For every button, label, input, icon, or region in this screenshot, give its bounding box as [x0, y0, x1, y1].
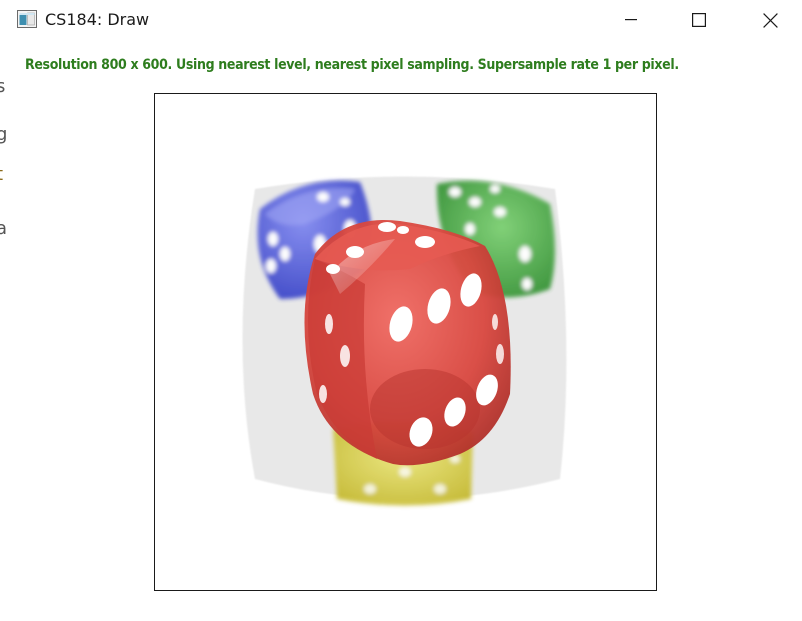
bottom-edge-artifact — [0, 612, 802, 621]
edge-artifact: | — [0, 310, 2, 331]
maximize-icon — [692, 13, 706, 27]
draw-canvas[interactable] — [154, 93, 657, 591]
app-window-icon — [17, 10, 37, 28]
background-window-edge: s g t a | — [0, 40, 12, 621]
dice-image — [242, 176, 567, 506]
edge-artifact: a — [0, 218, 8, 239]
edge-artifact: s — [0, 76, 6, 97]
title-bar[interactable]: CS184: Draw — [0, 0, 802, 40]
close-icon — [762, 12, 778, 28]
maximize-button[interactable] — [676, 0, 722, 40]
window-title: CS184: Draw — [45, 10, 150, 29]
edge-artifact: g — [0, 124, 8, 145]
minimize-button[interactable] — [608, 0, 654, 40]
minimize-icon — [625, 19, 637, 21]
close-button[interactable] — [747, 0, 793, 40]
edge-artifact: t — [0, 164, 3, 185]
status-message: Resolution 800 x 600. Using nearest leve… — [25, 57, 679, 73]
